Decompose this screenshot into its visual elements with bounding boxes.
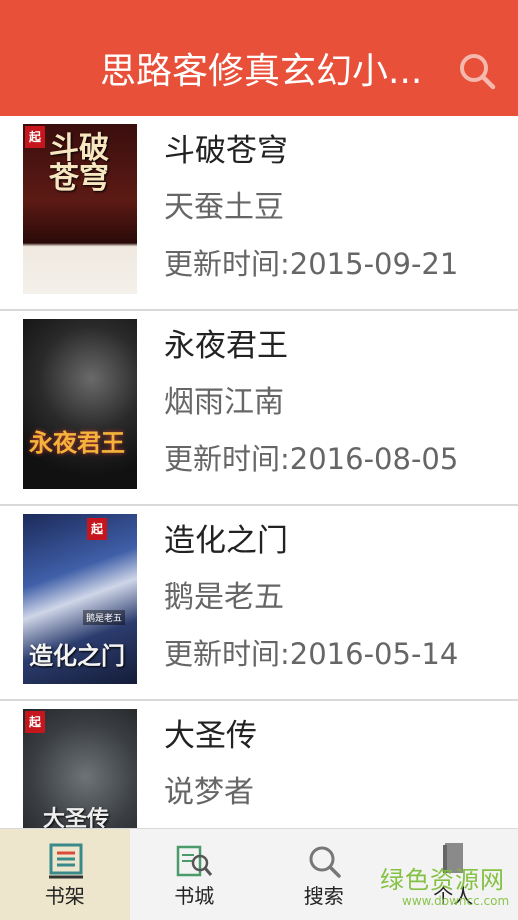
- book-title: 大圣传: [164, 718, 257, 754]
- cover-badge: 起: [25, 711, 45, 733]
- book-item[interactable]: 起 鹅是老五 造化之门 造化之门 鹅是老五 更新时间:2016-05-14: [0, 506, 518, 701]
- tab-label: 书架: [44, 884, 85, 908]
- book-cover: 起 大圣传: [23, 709, 137, 828]
- tab-label: 个人: [433, 884, 474, 908]
- search-icon: [309, 846, 341, 878]
- cover-badge: 起: [87, 518, 107, 540]
- tab-profile[interactable]: 个人: [389, 829, 518, 920]
- book-item[interactable]: 起 斗破苍穹 斗破苍穹 天蚕土豆 更新时间:2015-09-21: [0, 116, 518, 311]
- book-author: 天蚕土豆: [164, 190, 284, 225]
- user-icon: [443, 843, 464, 873]
- top-bar: 思路客修真玄幻小...: [0, 0, 518, 116]
- book-update-time: 更新时间:2016-08-05: [164, 442, 459, 476]
- page-title: 思路客修真玄幻小...: [100, 51, 423, 92]
- book-title: 永夜君王: [164, 328, 288, 364]
- book-cover: 起 斗破苍穹: [23, 124, 137, 294]
- tab-bookshelf[interactable]: 书架: [0, 829, 130, 920]
- book-cover: 永夜君王: [23, 319, 137, 489]
- bookstore-icon: [177, 845, 213, 877]
- search-icon[interactable]: [458, 52, 496, 90]
- book-item[interactable]: 起 大圣传 大圣传 说梦者: [0, 701, 518, 828]
- book-item[interactable]: 永夜君王 永夜君王 烟雨江南 更新时间:2016-08-05: [0, 311, 518, 506]
- tab-label: 搜索: [303, 884, 344, 908]
- book-author: 烟雨江南: [164, 385, 284, 420]
- tab-search[interactable]: 搜索: [259, 829, 389, 920]
- book-cover: 起 鹅是老五 造化之门: [23, 514, 137, 684]
- cover-title: 永夜君王: [29, 428, 125, 457]
- bottom-tab-bar: 书架 书城 搜索 个人: [0, 828, 518, 920]
- cover-badge: 起: [25, 126, 45, 148]
- book-update-time: 更新时间:2016-05-14: [164, 637, 459, 671]
- cover-title: 斗破苍穹: [49, 131, 109, 196]
- cover-author: 鹅是老五: [83, 610, 126, 625]
- book-author: 说梦者: [164, 775, 254, 810]
- book-title: 造化之门: [164, 523, 288, 559]
- tab-label: 书城: [174, 884, 215, 908]
- book-title: 斗破苍穹: [164, 133, 288, 169]
- book-author: 鹅是老五: [164, 580, 284, 615]
- bookshelf-list: 起 斗破苍穹 斗破苍穹 天蚕土豆 更新时间:2015-09-21 永夜君王 永夜…: [0, 116, 518, 828]
- cover-title: 大圣传: [43, 806, 110, 828]
- cover-title: 造化之门: [29, 641, 125, 670]
- bookshelf-icon: [48, 843, 83, 879]
- book-update-time: 更新时间:2015-09-21: [164, 247, 459, 281]
- tab-bookstore[interactable]: 书城: [130, 829, 260, 920]
